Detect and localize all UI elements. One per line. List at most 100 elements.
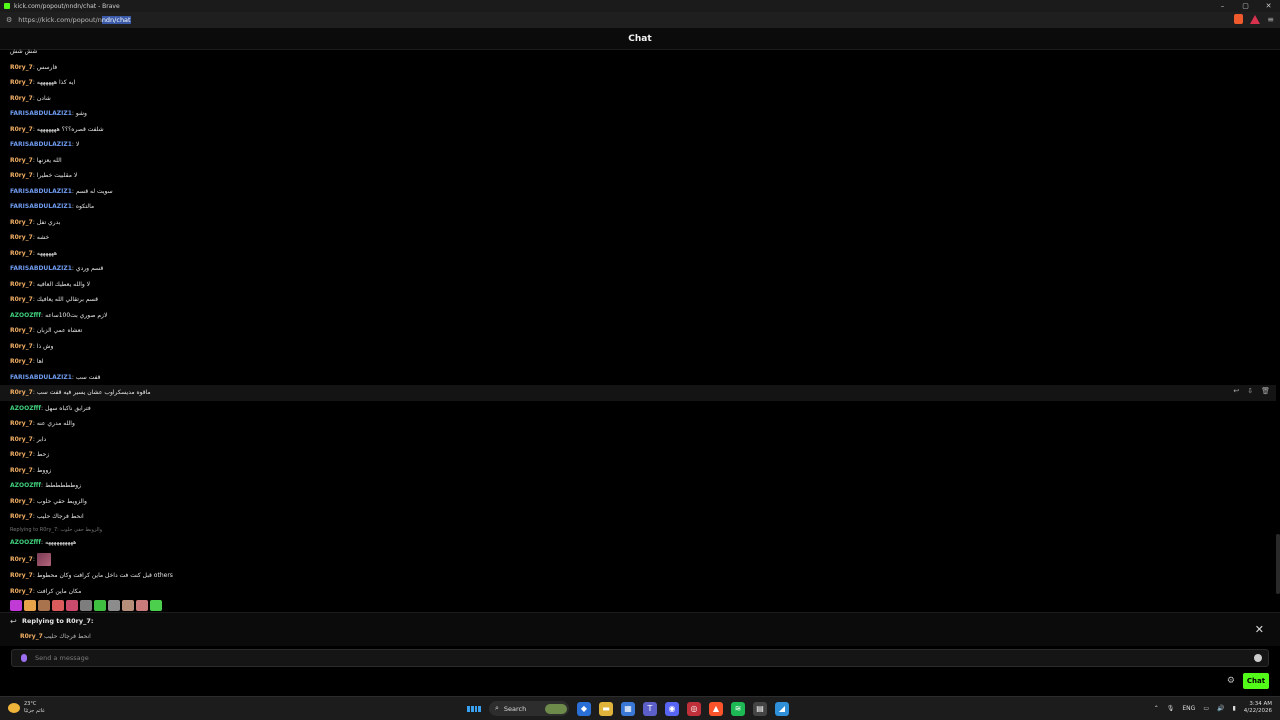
- chat-username[interactable]: AZOOZfff: [10, 312, 41, 319]
- chat-message[interactable]: R0ry_7: مكان ماين كرافت: [0, 584, 1276, 600]
- brave-icon[interactable]: ▲: [709, 701, 723, 716]
- close-window-button[interactable]: ✕: [1257, 0, 1280, 12]
- chat-message[interactable]: R0ry_7: تعشاه عمي الزبان: [0, 323, 1276, 339]
- chat-username[interactable]: R0ry_7: [10, 126, 33, 133]
- chat-username[interactable]: R0ry_7: [10, 556, 33, 563]
- chat-message[interactable]: R0ry_7: والزويط حقي حلوب: [0, 494, 1276, 510]
- chat-username[interactable]: R0ry_7: [10, 420, 33, 427]
- send-chat-button[interactable]: Chat: [1243, 673, 1269, 689]
- brave-rewards-icon[interactable]: [1250, 14, 1261, 24]
- chat-username[interactable]: FARISABDULAZIZ1: [10, 265, 72, 272]
- chat-message[interactable]: R0ry_7: زووط: [0, 463, 1276, 479]
- chat-username[interactable]: R0ry_7: [10, 172, 33, 179]
- chat-username[interactable]: R0ry_7: [10, 79, 33, 86]
- spotify-icon[interactable]: ≋: [731, 701, 745, 716]
- chat-username[interactable]: R0ry_7: [10, 343, 33, 350]
- chat-username[interactable]: R0ry_7: [10, 327, 33, 334]
- emote-icon[interactable]: [150, 600, 162, 611]
- brave-shields-icon[interactable]: [1234, 14, 1244, 24]
- chat-message[interactable]: R0ry_7: فارسس: [0, 60, 1276, 76]
- chat-messages[interactable]: شش شش R0ry_7: فارسس R0ry_7: ايه كذا ههههههه R…: [0, 44, 1276, 614]
- message-input-box[interactable]: [11, 649, 1269, 667]
- pin-icon[interactable]: ⇩: [1247, 387, 1253, 395]
- tray-chevron-icon[interactable]: ⌃: [1154, 705, 1159, 712]
- message-input[interactable]: [35, 654, 1235, 662]
- chat-message[interactable]: R0ry_7:: [0, 550, 1276, 568]
- chat-username[interactable]: R0ry_7: [10, 296, 33, 303]
- chat-username[interactable]: R0ry_7: [10, 219, 33, 226]
- chat-username[interactable]: FARISABDULAZIZ1: [10, 141, 72, 148]
- chat-message[interactable]: R0ry_7: قبل كنت فت داخل ماين كرافت وكان م…: [0, 568, 1276, 584]
- close-reply-button[interactable]: ✕: [1255, 623, 1264, 636]
- taskbar-search[interactable]: ⌕ Search: [489, 701, 569, 716]
- minimize-button[interactable]: –: [1211, 0, 1234, 12]
- emote-icon[interactable]: [66, 600, 78, 611]
- weather-widget[interactable]: 23°C غائم جزئيًا: [8, 701, 45, 715]
- chat-username[interactable]: R0ry_7: [10, 250, 33, 257]
- chat-username[interactable]: AZOOZfff: [10, 482, 41, 489]
- site-settings-icon[interactable]: ⚙: [6, 16, 12, 24]
- chat-message[interactable]: R0ry_7: الله يعزنها: [0, 153, 1276, 169]
- chat-message[interactable]: FARISABDULAZIZ1: لا: [0, 137, 1276, 153]
- reply-user[interactable]: R0ry_7: [20, 633, 43, 640]
- emoji-picker-icon[interactable]: [1254, 654, 1262, 662]
- emote-icon[interactable]: [108, 600, 120, 611]
- emote-icon[interactable]: [122, 600, 134, 611]
- chat-username[interactable]: AZOOZfff: [10, 539, 41, 546]
- chat-message[interactable]: R0ry_7: لا والله يعطيك العافيه: [0, 277, 1276, 293]
- chat-message[interactable]: R0ry_7: ماقوه مديسكراوب عشان يسير فيه قفت…: [0, 385, 1276, 401]
- chat-username[interactable]: FARISABDULAZIZ1: [10, 203, 72, 210]
- chat-message[interactable]: AZOOZfff: ههههههههههه: [0, 535, 1276, 551]
- discord-icon[interactable]: ◉: [665, 701, 679, 716]
- clock[interactable]: 3:34 AM 4/22/2026: [1244, 701, 1272, 715]
- chat-username[interactable]: R0ry_7: [10, 467, 33, 474]
- chat-message[interactable]: شش شش: [0, 44, 1276, 60]
- chat-message[interactable]: R0ry_7: خشه: [0, 230, 1276, 246]
- battery-icon[interactable]: ▮: [1232, 705, 1235, 712]
- chat-message[interactable]: R0ry_7: اها: [0, 354, 1276, 370]
- store-icon[interactable]: ▦: [621, 701, 635, 716]
- chat-settings-icon[interactable]: ⚙: [1227, 676, 1235, 686]
- file-explorer-icon[interactable]: ▬: [599, 701, 613, 716]
- emote-icon[interactable]: [80, 600, 92, 611]
- menu-icon[interactable]: ≡: [1267, 15, 1274, 24]
- chat-message[interactable]: R0ry_7: والله مدري عنه: [0, 416, 1276, 432]
- chat-message[interactable]: R0ry_7: وش ذا: [0, 339, 1276, 355]
- chat-username[interactable]: R0ry_7: [10, 451, 33, 458]
- emote-icon[interactable]: [10, 600, 22, 611]
- start-icon[interactable]: [467, 702, 481, 716]
- chat-username[interactable]: FARISABDULAZIZ1: [10, 110, 72, 117]
- address-bar[interactable]: ⚙ https://kick.com/popout/nndn/chat ≡: [0, 12, 1280, 28]
- app-icon[interactable]: ▤: [753, 701, 767, 716]
- chat-message[interactable]: R0ry_7: دابر: [0, 432, 1276, 448]
- chat-username[interactable]: R0ry_7: [10, 498, 33, 505]
- chat-username[interactable]: R0ry_7: [10, 64, 33, 71]
- delete-icon[interactable]: 🗑: [1261, 387, 1270, 395]
- chat-username[interactable]: R0ry_7: [10, 234, 33, 241]
- maximize-button[interactable]: ▢: [1234, 0, 1257, 12]
- chat-message[interactable]: AZOOZfff: لازم صوري بت100ساعه: [0, 308, 1276, 324]
- chat-message[interactable]: R0ry_7: لا مقلبيت خطيرا: [0, 168, 1276, 184]
- emote-icon[interactable]: [24, 600, 36, 611]
- chat-message[interactable]: FARISABDULAZIZ1: قفت سب: [0, 370, 1276, 386]
- chat-username[interactable]: R0ry_7: [10, 358, 33, 365]
- chat-username[interactable]: R0ry_7: [10, 95, 33, 102]
- chat-message[interactable]: R0ry_7: زحط: [0, 447, 1276, 463]
- chat-message[interactable]: FARISABDULAZIZ1: وشو: [0, 106, 1276, 122]
- chat-message[interactable]: AZOOZfff: زوطططططط: [0, 478, 1276, 494]
- chat-message[interactable]: R0ry_7: ههههههه: [0, 246, 1276, 262]
- chat-username[interactable]: R0ry_7: [10, 281, 33, 288]
- chat-message[interactable]: R0ry_7: ايه كذا ههههههه: [0, 75, 1276, 91]
- reply-icon[interactable]: ↩: [1233, 387, 1239, 395]
- chat-message[interactable]: FARISABDULAZIZ1: سويت له قسم: [0, 184, 1276, 200]
- chat-message[interactable]: R0ry_7: قسم برتقالي الله يعافيك: [0, 292, 1276, 308]
- chat-message[interactable]: R0ry_7: انحط فرجاك حليب: [0, 509, 1276, 525]
- chat-username[interactable]: R0ry_7: [10, 157, 33, 164]
- chat-message[interactable]: FARISABDULAZIZ1: مالتكوه: [0, 199, 1276, 215]
- mic-icon[interactable]: 🎙: [1167, 705, 1175, 712]
- chat-message[interactable]: R0ry_7: شلفت قصره؟؟؟ هههههههه: [0, 122, 1276, 138]
- emote-icon[interactable]: [136, 600, 148, 611]
- chat-username[interactable]: R0ry_7: [10, 389, 33, 396]
- chat-username[interactable]: R0ry_7: [10, 588, 33, 595]
- emote-icon[interactable]: [94, 600, 106, 611]
